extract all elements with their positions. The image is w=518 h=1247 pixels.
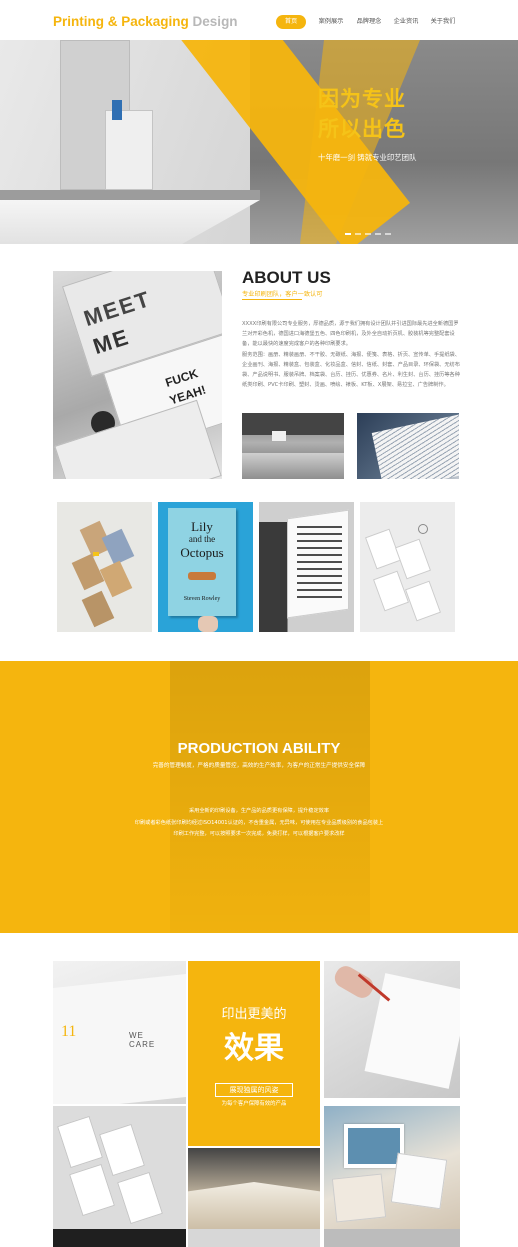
production-title: PRODUCTION ABILITY xyxy=(177,740,341,757)
effect-image-bottom-2[interactable] xyxy=(188,1229,320,1247)
slider-dot[interactable] xyxy=(355,233,361,235)
production-details: 采用全新的印刷设备，生产品的品质更有保障，提升稳定效率 印刷或者彩色纸张印刷均经… xyxy=(0,806,518,841)
gallery-image-book[interactable]: Lily and the Octopus Steven Rowley xyxy=(158,502,253,632)
logo-text-secondary: Design xyxy=(192,14,238,29)
effect-small-text: 为每个客户保障有效的产品 xyxy=(221,1101,287,1107)
nav-brand-concept[interactable]: 品牌理念 xyxy=(351,15,387,29)
book-page-number: 11 xyxy=(61,1023,77,1040)
about-divider xyxy=(242,299,302,300)
effect-image-bottom-3[interactable] xyxy=(324,1229,460,1247)
slider-dot[interactable] xyxy=(375,233,381,235)
slider-dot[interactable] xyxy=(345,233,351,235)
production-line-1: 采用全新的印刷设备，生产品的品质更有保障，提升稳定效率 xyxy=(188,808,330,814)
dog-illustration xyxy=(188,572,216,580)
effect-line-2: 效果 xyxy=(224,1031,284,1066)
about-image-cutter xyxy=(242,413,344,479)
hero-subtitle: 十年磨一剑 铸就专业印艺团队 xyxy=(318,153,417,162)
book-title-line1: Lily xyxy=(191,519,213,534)
book-author: Steven Rowley xyxy=(183,596,221,602)
gallery-image-business-cards[interactable] xyxy=(360,502,455,632)
gallery-image-cards[interactable] xyxy=(57,502,152,632)
nav-home[interactable]: 首页 xyxy=(276,15,306,29)
effect-image-book-page[interactable]: 11 WE CARE xyxy=(53,961,186,1104)
hero-title-line2: 所以出色 xyxy=(318,117,406,141)
hero-slider-dots xyxy=(345,233,391,235)
production-section xyxy=(0,661,518,933)
slider-dot[interactable] xyxy=(385,233,391,235)
about-title: ABOUT US xyxy=(242,268,331,287)
machine-bed xyxy=(0,200,260,244)
slider-dot[interactable] xyxy=(365,233,371,235)
production-line-3: 印刷工作完整，可以按照要求一次完成，免费打样，可以根据客户要求改样 xyxy=(173,831,345,837)
effect-line-1: 印出更美的 xyxy=(221,1007,287,1022)
about-subtitle: 专业印刷团队，客户一致认可 xyxy=(242,291,323,298)
machine-rail xyxy=(0,190,260,200)
effect-image-open-book[interactable] xyxy=(188,1148,320,1229)
nav-cases[interactable]: 案例展示 xyxy=(311,15,351,29)
effect-promo-panel: 印出更美的 效果 展现独属的风姿 为每个客户保障有效的产品 xyxy=(188,961,320,1146)
nav-about[interactable]: 关于我们 xyxy=(425,15,461,29)
hero-title-line1: 因为专业 xyxy=(318,87,406,111)
hero-title: 因为专业 所以出色 xyxy=(318,84,406,144)
hand-image xyxy=(198,616,218,632)
about-paragraph-2: 服务范围：画册、精装画册、不干胶、无碳纸、海报、便笺、表格、折页、宣传单、手提纸… xyxy=(242,351,460,389)
hero-banner xyxy=(0,40,518,244)
effect-image-drawing[interactable] xyxy=(324,961,460,1098)
main-nav: 首页 案例展示 品牌理念 企业资讯 关于我们 xyxy=(276,15,461,31)
about-image-paper-stack xyxy=(357,413,459,479)
production-subtitle: 完善的管理制度，严格的质量管控，高效的生产效率，为客户的正常生产提供安全保障 xyxy=(152,763,366,769)
site-header: Printing & Packaging Design 首页 案例展示 品牌理念… xyxy=(0,0,518,42)
book-title-line3: Octopus xyxy=(180,545,224,560)
effect-tagline-box[interactable]: 展现独属的风姿 xyxy=(215,1083,293,1097)
production-line-2: 印刷或者彩色纸张印刷均经过ISO14001认证的，不含重金属，无异味，可使用在专… xyxy=(134,819,384,826)
book-title: Lily and the Octopus xyxy=(168,520,236,559)
logo-text-primary: Printing & Packaging xyxy=(53,14,189,29)
effect-image-bottom-1[interactable] xyxy=(53,1229,186,1247)
gallery-image-box[interactable] xyxy=(259,502,354,632)
site-logo[interactable]: Printing & Packaging Design xyxy=(53,14,238,29)
about-description: XXXX印刷有限公司专业服务，厚德品质，源于我们拥有设计团队并引进国际最先进全新… xyxy=(242,319,462,390)
nav-news[interactable]: 企业资讯 xyxy=(387,15,425,29)
about-main-image: MEET ME FUCK YEAH! xyxy=(53,271,222,479)
effect-image-business-cards[interactable] xyxy=(53,1106,186,1229)
about-paragraph-1: XXXX印刷有限公司专业服务，厚德品质，源于我们拥有设计团队并引进国际最先进全新… xyxy=(242,321,459,348)
drawing-lettering xyxy=(424,991,454,1071)
production-background-image xyxy=(170,661,370,933)
effect-image-photos[interactable] xyxy=(324,1106,460,1229)
book-page-text: WE CARE xyxy=(129,1031,156,1049)
